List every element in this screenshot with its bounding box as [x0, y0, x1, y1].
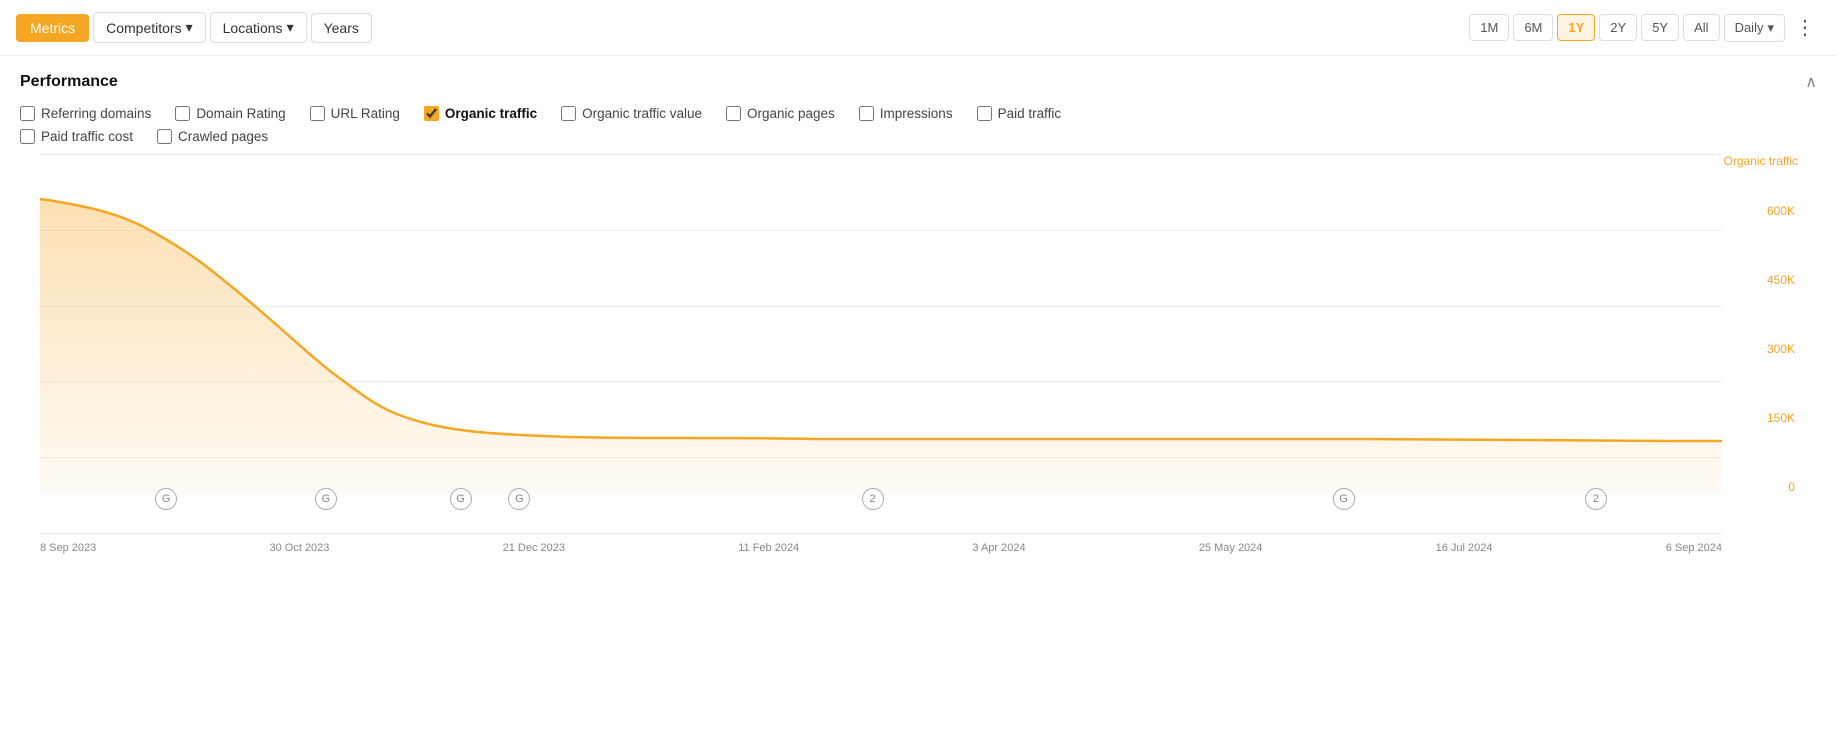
metric-impressions-label: Impressions — [880, 106, 953, 121]
event-marker-g2[interactable]: G — [315, 488, 337, 510]
x-label-3: 11 Feb 2024 — [738, 542, 799, 554]
frequency-chevron-icon: ▾ — [1767, 20, 1774, 36]
chart-container: Organic traffic — [40, 154, 1797, 554]
event-marker-g3[interactable]: G — [450, 488, 472, 510]
x-label-0: 8 Sep 2023 — [40, 542, 96, 554]
metric-referring-domains-label: Referring domains — [41, 106, 151, 121]
metric-paid-traffic-checkbox[interactable] — [977, 106, 992, 121]
frequency-label: Daily — [1735, 20, 1764, 35]
metric-organic-traffic-checkbox[interactable] — [424, 106, 439, 121]
toolbar-right: 1M 6M 1Y 2Y 5Y All Daily ▾ ⋮ — [1469, 11, 1821, 44]
metric-paid-traffic-label: Paid traffic — [998, 106, 1062, 121]
x-label-2: 21 Dec 2023 — [503, 542, 565, 554]
x-label-6: 16 Jul 2024 — [1436, 542, 1493, 554]
toolbar: Metrics Competitors ▾ Locations ▾ Years … — [0, 0, 1837, 56]
metrics-button[interactable]: Metrics — [16, 14, 89, 42]
metric-organic-traffic[interactable]: Organic traffic — [424, 106, 537, 121]
event-marker-2b[interactable]: 2 — [1585, 488, 1607, 510]
x-axis: 8 Sep 2023 30 Oct 2023 21 Dec 2023 11 Fe… — [40, 538, 1722, 554]
chart-svg — [40, 154, 1722, 494]
metric-organic-pages-label: Organic pages — [747, 106, 835, 121]
chart-inner: Organic traffic — [40, 154, 1722, 534]
metric-organic-pages[interactable]: Organic pages — [726, 106, 835, 121]
event-marker-g4[interactable]: G — [508, 488, 530, 510]
x-label-4: 3 Apr 2024 — [972, 542, 1025, 554]
y-label-150k: 150K — [1767, 411, 1795, 425]
competitors-chevron-icon: ▾ — [186, 19, 193, 36]
metric-crawled-pages[interactable]: Crawled pages — [157, 129, 268, 144]
metric-referring-domains[interactable]: Referring domains — [20, 106, 151, 121]
y-label-450k: 450K — [1767, 273, 1795, 287]
locations-button[interactable]: Locations ▾ — [210, 12, 307, 43]
metric-paid-traffic-cost-label: Paid traffic cost — [41, 129, 133, 144]
y-label-600k: 600K — [1767, 204, 1795, 218]
metric-organic-traffic-label: Organic traffic — [445, 106, 537, 121]
metric-url-rating-checkbox[interactable] — [310, 106, 325, 121]
time-6m[interactable]: 6M — [1513, 14, 1553, 41]
metrics-row-1: Referring domains Domain Rating URL Rati… — [20, 106, 1817, 121]
metric-domain-rating[interactable]: Domain Rating — [175, 106, 285, 121]
years-button[interactable]: Years — [311, 13, 372, 43]
metric-organic-pages-checkbox[interactable] — [726, 106, 741, 121]
x-label-7: 6 Sep 2024 — [1666, 542, 1722, 554]
time-all[interactable]: All — [1683, 14, 1719, 41]
y-axis: 600K 450K 300K 150K 0 — [1727, 154, 1797, 494]
metric-paid-traffic-cost[interactable]: Paid traffic cost — [20, 129, 133, 144]
event-marker-g5[interactable]: G — [1333, 488, 1355, 510]
more-options-button[interactable]: ⋮ — [1789, 11, 1821, 44]
metric-domain-rating-checkbox[interactable] — [175, 106, 190, 121]
competitors-button[interactable]: Competitors ▾ — [93, 12, 206, 43]
metric-crawled-pages-label: Crawled pages — [178, 129, 268, 144]
performance-section: Performance ∧ Referring domains Domain R… — [0, 56, 1837, 570]
time-1y[interactable]: 1Y — [1557, 14, 1595, 41]
x-label-1: 30 Oct 2023 — [269, 542, 329, 554]
y-label-0: 0 — [1788, 480, 1795, 494]
collapse-icon[interactable]: ∧ — [1805, 72, 1817, 92]
time-1m[interactable]: 1M — [1469, 14, 1509, 41]
performance-title: Performance — [20, 73, 118, 91]
metric-paid-traffic-cost-checkbox[interactable] — [20, 129, 35, 144]
locations-chevron-icon: ▾ — [287, 19, 294, 36]
toolbar-left: Metrics Competitors ▾ Locations ▾ Years — [16, 12, 372, 43]
event-marker-g1[interactable]: G — [155, 488, 177, 510]
event-marker-2a[interactable]: 2 — [862, 488, 884, 510]
y-label-300k: 300K — [1767, 342, 1795, 356]
metric-impressions-checkbox[interactable] — [859, 106, 874, 121]
frequency-button[interactable]: Daily ▾ — [1724, 14, 1785, 42]
metric-paid-traffic[interactable]: Paid traffic — [977, 106, 1062, 121]
metric-referring-domains-checkbox[interactable] — [20, 106, 35, 121]
metrics-row-2: Paid traffic cost Crawled pages — [20, 129, 1817, 144]
metric-organic-traffic-value-label: Organic traffic value — [582, 106, 702, 121]
years-label: Years — [324, 20, 359, 36]
locations-label: Locations — [223, 20, 283, 36]
metric-organic-traffic-value-checkbox[interactable] — [561, 106, 576, 121]
x-label-5: 25 May 2024 — [1199, 542, 1263, 554]
chart-area: Organic traffic — [20, 154, 1817, 554]
grid-line-bottom — [40, 533, 1722, 534]
performance-header: Performance ∧ — [20, 72, 1817, 92]
metric-crawled-pages-checkbox[interactable] — [157, 129, 172, 144]
metric-impressions[interactable]: Impressions — [859, 106, 953, 121]
metric-organic-traffic-value[interactable]: Organic traffic value — [561, 106, 702, 121]
competitors-label: Competitors — [106, 20, 181, 36]
metric-url-rating-label: URL Rating — [331, 106, 400, 121]
time-2y[interactable]: 2Y — [1599, 14, 1637, 41]
time-5y[interactable]: 5Y — [1641, 14, 1679, 41]
metric-domain-rating-label: Domain Rating — [196, 106, 285, 121]
metric-url-rating[interactable]: URL Rating — [310, 106, 400, 121]
